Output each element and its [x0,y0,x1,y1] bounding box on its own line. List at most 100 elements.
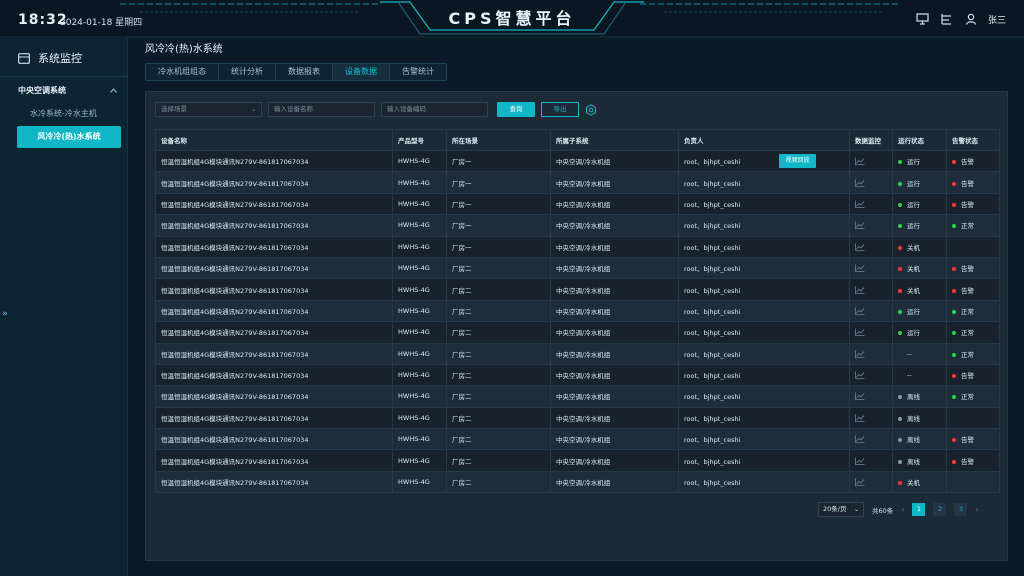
owner-text: root、bjhpt_ceshi [684,350,741,359]
table-row[interactable]: 恒温恒湿机组4G模块通讯N279V-861817067034 HWHS-4G 厂房一… [155,171,1000,194]
sidebar-item-water-cooled[interactable]: 水冷系统-冷水主机 [0,108,127,119]
line-chart-icon[interactable] [855,435,865,444]
cell-owner: root、bjhpt_ceshi 视频回放 [678,149,850,173]
settings-gear-icon[interactable] [585,103,597,116]
column-header-alarm-status: 告警状态 [946,129,1000,151]
line-chart-icon[interactable] [855,243,865,251]
cell-data-monitor [849,235,893,258]
tab-device-data[interactable]: 设备数据 [333,64,390,80]
table-row[interactable]: 恒温恒湿机组4G模块通讯N279V-861817067034 HWHS-4G 厂房二… [155,428,1000,451]
platform-title: CPS智慧平台 [448,9,576,28]
cell-data-monitor [849,321,893,344]
chevron-up-icon [110,86,117,95]
sidebar-item-air-cooled[interactable]: 风冷冷(热)水系统 [17,126,121,148]
page-size-select[interactable]: 20条/页 ⌄ [818,502,864,517]
line-chart-icon[interactable] [855,392,865,401]
video-replay-button[interactable]: 视频回放 [779,154,816,168]
page-number[interactable]: 3 [954,503,968,516]
device-name-input[interactable]: 输入设备名称 [268,102,375,117]
cell-product-model: HWHS-4G [392,256,447,280]
line-chart-icon[interactable] [855,264,865,273]
next-page-icon[interactable]: › [975,505,978,514]
table-row[interactable]: 恒温恒湿机组4G模块通讯N279V-861817067034 HWHS-4G 厂房一… [155,214,1000,237]
line-chart-icon[interactable] [855,221,865,230]
cell-scene: 厂房二 [446,470,551,494]
tab-chiller-config[interactable]: 冷水机组组态 [146,64,219,80]
search-button[interactable]: 查询 [497,102,535,117]
table-row[interactable]: 恒温恒湿机组4G模块通讯N279V-861817067034 HWHS-4G 厂房一… [155,149,1000,173]
table-row[interactable]: 恒温恒湿机组4G模块通讯N279V-861817067034 HWHS-4G 厂房二… [155,470,1000,494]
prev-page-icon[interactable]: ‹ [901,505,904,514]
run-status-text: 离线 [907,393,920,402]
line-chart-icon[interactable] [855,179,865,187]
cell-product-model: HWHS-4G [392,149,447,173]
table-row[interactable]: 恒温恒湿机组4G模块通讯N279V-861817067034 HWHS-4G 厂房一… [155,192,1000,216]
cell-subsystem: 中央空调/冷水机组 [550,299,679,323]
tab-data-report[interactable]: 数据报表 [276,64,333,80]
page-number[interactable]: 1 [912,503,926,516]
line-chart-icon[interactable] [855,286,865,294]
cell-alarm-status: 正常 [946,214,1000,237]
cell-device-name: 恒温恒湿机组4G模块通讯N279V-861817067034 [155,470,393,494]
table-row[interactable]: 恒温恒湿机组4G模块通讯N279V-861817067034 HWHS-4G 厂房二… [155,256,1000,280]
line-chart-icon[interactable] [855,328,865,337]
owner-text: root、bjhpt_ceshi [684,265,741,274]
cell-product-model: HWHS-4G [392,470,447,494]
cell-alarm-status: 告警 [946,149,1000,173]
cell-data-monitor [849,171,893,194]
device-code-input[interactable]: 输入设备编码 [381,102,488,117]
run-status-text: 关机 [907,286,920,295]
status-dot [952,202,956,207]
user-name[interactable]: 张三 [988,13,1006,26]
sidebar-expand-toggle[interactable]: » [0,303,10,325]
table-row[interactable]: 恒温恒湿机组4G模块通讯N279V-861817067034 HWHS-4G 厂房二… [155,342,1000,365]
table-row[interactable]: 恒温恒湿机组4G模块通讯N279V-861817067034 HWHS-4G 厂房一… [155,235,1000,258]
hierarchy-icon[interactable] [940,12,954,26]
owner-text: root、bjhpt_ceshi [684,158,741,167]
cell-data-monitor [849,214,893,237]
line-chart-icon[interactable] [855,307,865,315]
cell-data-monitor [849,278,893,301]
scene-select-placeholder: 选择场景 [161,105,187,113]
sidebar-group-central-ac[interactable]: 中央空调系统 [0,77,127,96]
page-number[interactable]: 2 [933,503,947,516]
line-chart-icon[interactable] [855,371,865,379]
cell-device-name: 恒温恒湿机组4G模块通讯N279V-861817067034 [155,428,393,451]
table-row[interactable]: 恒温恒湿机组4G模块通讯N279V-861817067034 HWHS-4G 厂房二… [155,449,1000,472]
status-dot [898,331,902,336]
line-chart-icon[interactable] [855,478,865,486]
cell-data-monitor [849,256,893,280]
tab-statistics[interactable]: 统计分析 [219,64,276,80]
cell-data-monitor [849,449,893,472]
table-row[interactable]: 恒温恒湿机组4G模块通讯N279V-861817067034 HWHS-4G 厂房二… [155,406,1000,430]
table-row[interactable]: 恒温恒湿机组4G模块通讯N279V-861817067034 HWHS-4G 厂房二… [155,385,1000,408]
line-chart-icon[interactable] [855,457,865,465]
monitor-icon[interactable] [916,12,930,26]
cell-owner: root、bjhpt_ceshi [678,449,850,472]
export-button[interactable]: 导出 [541,102,579,117]
table-row[interactable]: 恒温恒湿机组4G模块通讯N279V-861817067034 HWHS-4G 厂房二… [155,299,1000,323]
status-dot [898,459,902,464]
cell-data-monitor [849,470,893,494]
line-chart-icon[interactable] [855,157,865,166]
tab-alarm-statistics[interactable]: 告警统计 [390,64,446,80]
table-row[interactable]: 恒温恒湿机组4G模块通讯N279V-861817067034 HWHS-4G 厂房二… [155,321,1000,344]
run-status-text: 离线 [907,414,920,423]
status-dot [898,288,902,293]
device-table: 设备名称 产品型号 所在场景 所属子系统 负责人 数据监控 运行状态 告警状态 … [155,129,1000,494]
sidebar-title: 系统监控 [38,52,82,65]
header-actions: 张三 [916,12,1006,26]
table-row[interactable]: 恒温恒湿机组4G模块通讯N279V-861817067034 HWHS-4G 厂房二… [155,363,1000,387]
scene-select[interactable]: 选择场景 ⌄ [155,102,262,117]
alarm-status-text: 告警 [961,200,974,209]
cell-owner: root、bjhpt_ceshi [678,278,850,301]
line-chart-icon[interactable] [855,414,865,422]
cell-run-status: 运行 [892,171,947,194]
line-chart-icon[interactable] [855,350,865,358]
table-row[interactable]: 恒温恒湿机组4G模块通讯N279V-861817067034 HWHS-4G 厂房二… [155,278,1000,301]
user-icon[interactable] [964,12,978,26]
cell-subsystem: 中央空调/冷水机组 [550,256,679,280]
line-chart-icon[interactable] [855,200,865,208]
owner-text: root、bjhpt_ceshi [684,307,741,316]
cell-run-status: 离线 [892,385,947,408]
